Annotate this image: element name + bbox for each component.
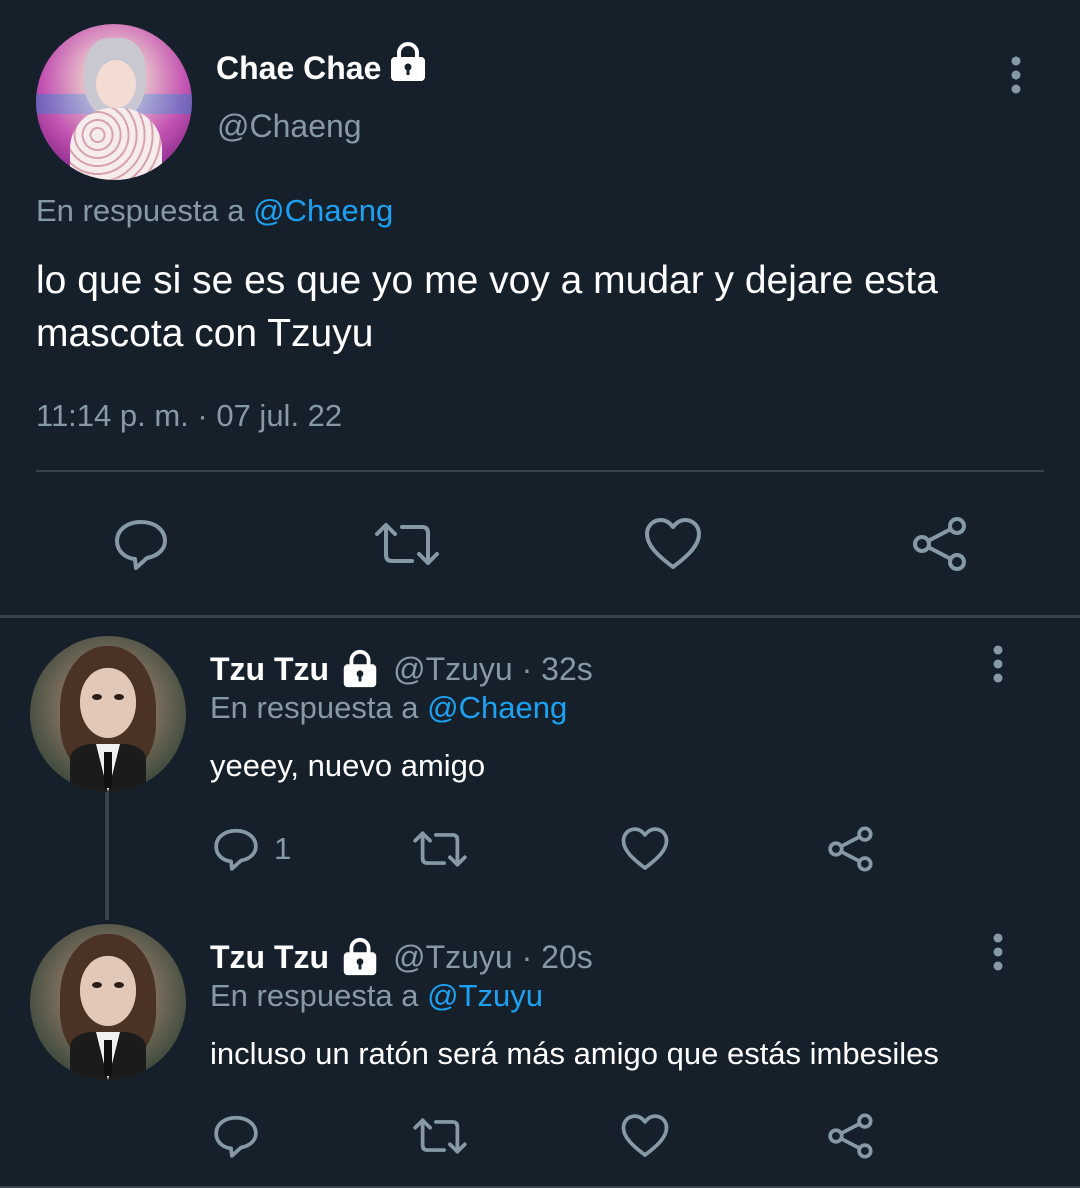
reply-icon xyxy=(212,1112,260,1160)
retweet-icon xyxy=(411,825,469,873)
mention-link[interactable]: @Chaeng xyxy=(427,690,567,725)
reply-icon xyxy=(112,515,170,573)
reply-icon xyxy=(212,825,260,873)
lock-icon xyxy=(339,648,381,690)
tweet-thread-screen: Chae Chae @Chaeng En respuesta a @Chaeng… xyxy=(0,0,1080,1188)
reply-button[interactable] xyxy=(212,1112,274,1160)
mention-link[interactable]: @Chaeng xyxy=(253,193,393,228)
reply-context: En respuesta a @Tzuyu xyxy=(210,978,543,1014)
reply-button[interactable]: 1 xyxy=(212,825,291,873)
avatar-tzuyu[interactable] xyxy=(30,924,186,1080)
like-icon xyxy=(643,515,703,573)
share-icon xyxy=(825,825,875,873)
retweet-button[interactable] xyxy=(411,1112,469,1160)
share-button[interactable] xyxy=(909,515,969,573)
share-button[interactable] xyxy=(825,1112,875,1160)
reply-button[interactable] xyxy=(112,515,170,573)
author-name[interactable]: Chae Chae xyxy=(216,50,381,87)
reply-prefix: En respuesta a xyxy=(210,690,419,725)
reply-handle-time[interactable]: @Tzuyu · 32s xyxy=(393,651,593,688)
avatar-chaeng[interactable] xyxy=(36,24,192,180)
like-button[interactable] xyxy=(620,1112,670,1160)
reply-context: En respuesta a @Chaeng xyxy=(36,193,393,229)
more-vertical-icon[interactable] xyxy=(988,933,1008,978)
share-icon xyxy=(909,515,969,573)
share-icon xyxy=(825,1112,875,1160)
more-vertical-icon[interactable] xyxy=(1006,56,1026,101)
reply-prefix: En respuesta a xyxy=(36,193,245,228)
retweet-icon xyxy=(372,515,442,573)
tweet-text: lo que si se es que yo me voy a mudar y … xyxy=(36,259,938,355)
reply-handle-time[interactable]: @Tzuyu · 20s xyxy=(393,939,593,976)
reply-prefix: En respuesta a xyxy=(210,978,419,1013)
retweet-button[interactable] xyxy=(372,515,442,573)
reply-header: Tzu Tzu @Tzuyu · 32s xyxy=(210,648,593,690)
reply-author-name[interactable]: Tzu Tzu xyxy=(210,939,329,976)
more-vertical-icon[interactable] xyxy=(988,645,1008,690)
reply-author-name[interactable]: Tzu Tzu xyxy=(210,651,329,688)
reply-count: 1 xyxy=(274,831,292,866)
reply-context: En respuesta a @Chaeng xyxy=(210,690,567,726)
reply-header: Tzu Tzu @Tzuyu · 20s xyxy=(210,936,593,978)
lock-icon xyxy=(339,936,381,978)
like-icon xyxy=(620,825,670,873)
main-tweet: Chae Chae @Chaeng En respuesta a @Chaeng… xyxy=(0,0,1080,617)
retweet-icon xyxy=(411,1112,469,1160)
lock-icon xyxy=(386,40,430,89)
section-divider xyxy=(0,615,1080,618)
author-handle[interactable]: @Chaeng xyxy=(217,108,362,145)
share-button[interactable] xyxy=(825,825,875,873)
avatar-tzuyu[interactable] xyxy=(30,636,186,792)
thread-connector xyxy=(105,792,109,920)
reply-text: incluso un ratón será más amigo que está… xyxy=(210,1036,939,1071)
retweet-button[interactable] xyxy=(411,825,469,873)
divider xyxy=(36,470,1044,472)
reply-text: yeeey, nuevo amigo xyxy=(210,748,486,783)
like-button[interactable] xyxy=(643,515,703,573)
like-button[interactable] xyxy=(620,825,670,873)
mention-link[interactable]: @Tzuyu xyxy=(427,978,543,1013)
tweet-timestamp[interactable]: 11:14 p. m. · 07 jul. 22 xyxy=(36,398,342,434)
like-icon xyxy=(620,1112,670,1160)
